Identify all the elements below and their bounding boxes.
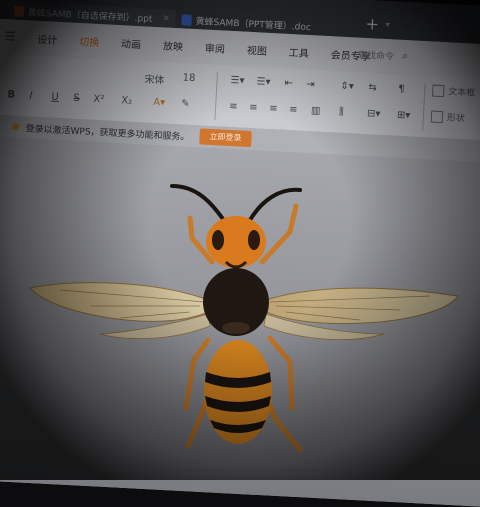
right-eye: [248, 230, 260, 250]
left-wing: [29, 282, 209, 322]
hornet-image[interactable]: [0, 0, 480, 480]
left-antenna: [170, 184, 227, 224]
left-eye: [212, 230, 224, 250]
right-wing: [265, 287, 459, 325]
thorax-spot: [222, 322, 250, 334]
